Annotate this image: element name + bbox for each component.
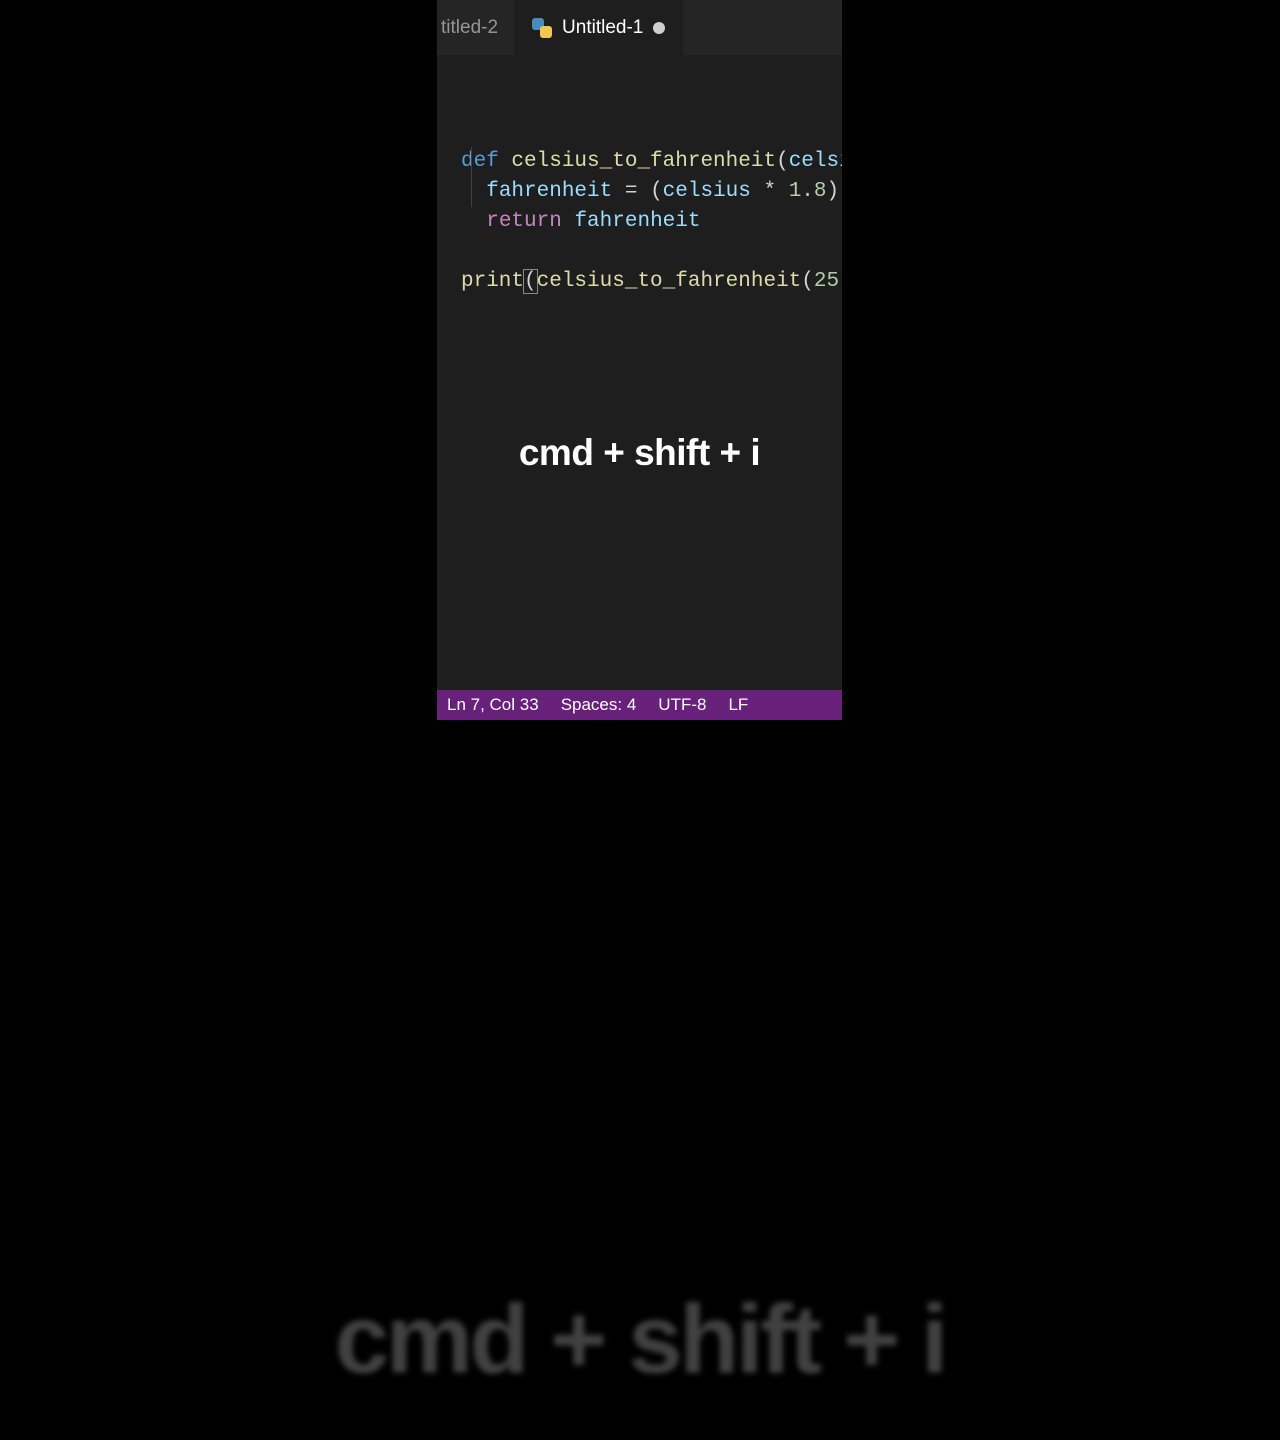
bg-shortcut-echo: cmd + shift + i	[0, 1284, 1280, 1440]
status-bar: Ln 7, Col 33 Spaces: 4 UTF-8 LF	[437, 690, 842, 720]
tab-untitled-2[interactable]: titled-2	[437, 0, 514, 55]
tab-label: Untitled-1	[562, 17, 643, 39]
status-indentation[interactable]: Spaces: 4	[561, 695, 637, 715]
editor-window: titled-2 Untitled-1 def celsius_to_fahre…	[437, 0, 842, 720]
tab-label: titled-2	[441, 17, 498, 39]
matched-bracket: (	[523, 269, 538, 294]
status-eol[interactable]: LF	[728, 695, 748, 715]
indent-guide	[471, 147, 472, 207]
python-icon	[532, 18, 552, 38]
code-editor[interactable]: def celsius_to_fahrenheit(celsiu fahrenh…	[437, 55, 842, 690]
status-encoding[interactable]: UTF-8	[658, 695, 706, 715]
status-cursor-position[interactable]: Ln 7, Col 33	[447, 695, 539, 715]
dirty-indicator-icon	[653, 22, 665, 34]
tab-bar: titled-2 Untitled-1	[437, 0, 842, 55]
tab-untitled-1[interactable]: Untitled-1	[514, 0, 683, 55]
